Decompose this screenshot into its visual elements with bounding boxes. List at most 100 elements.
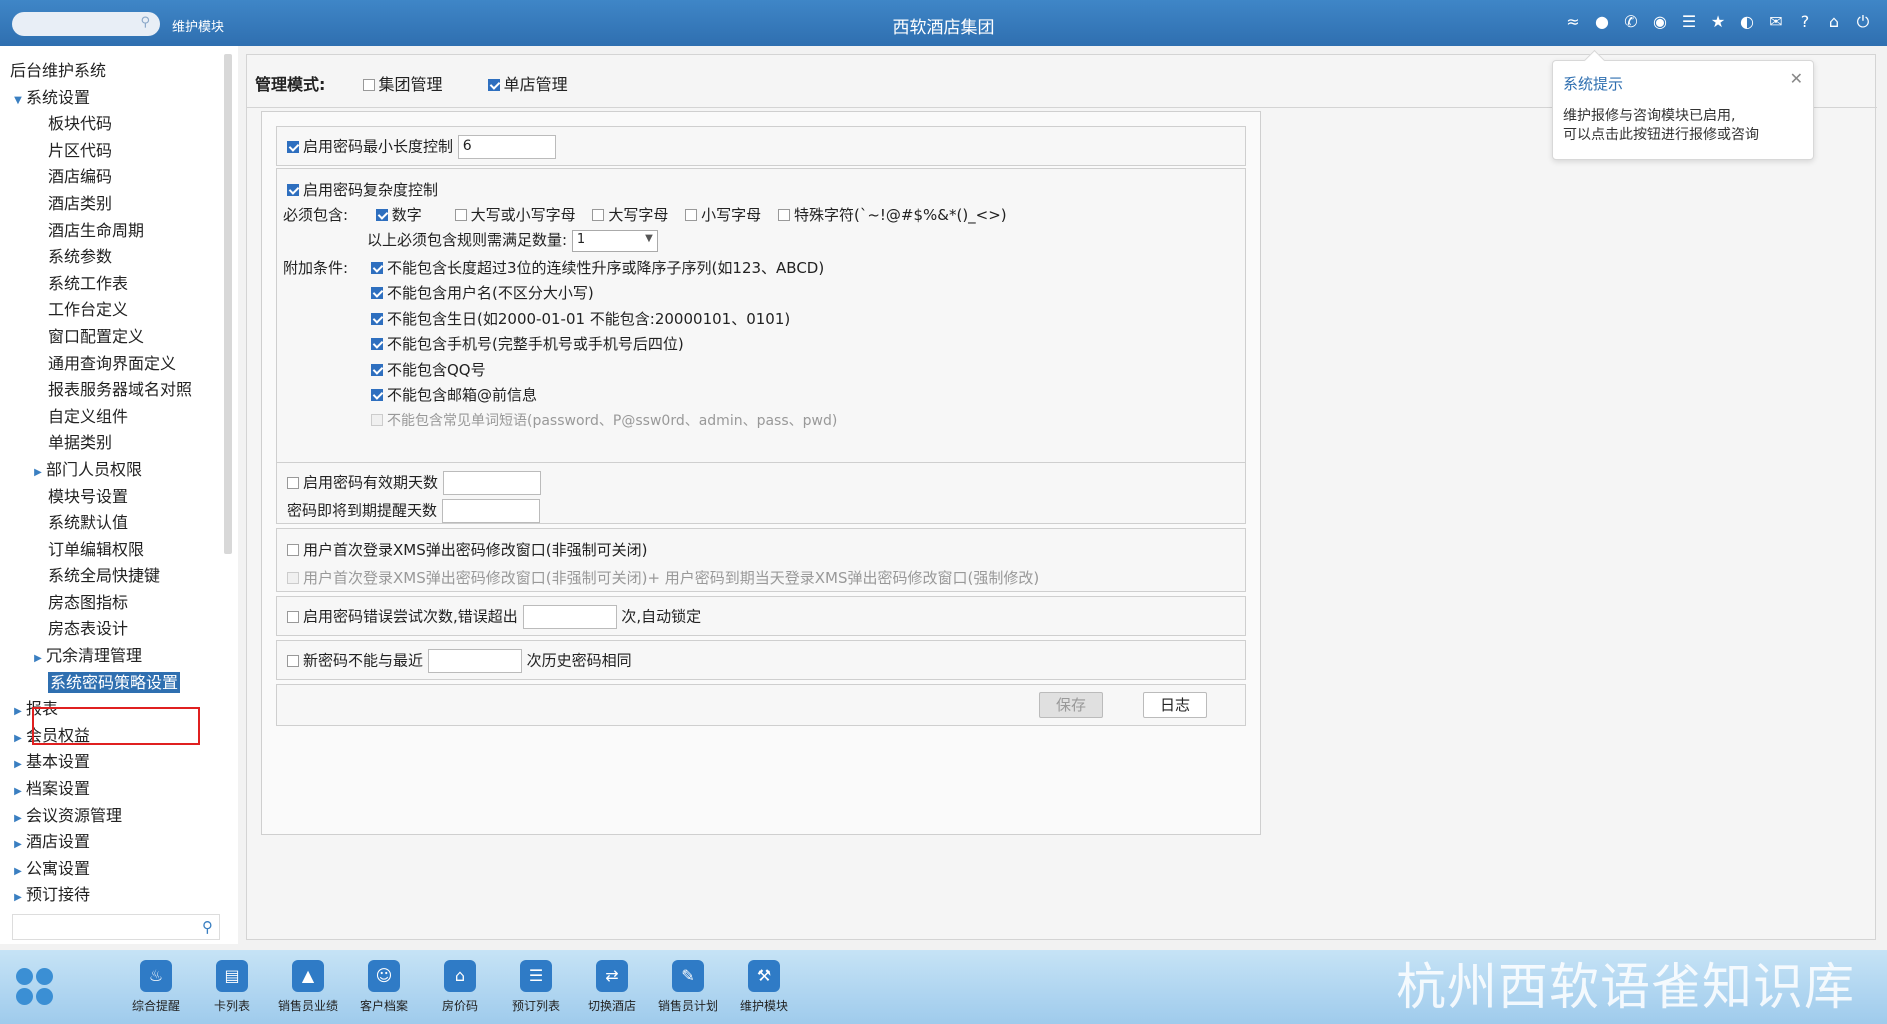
dock-app-maintenance[interactable]: ⚒ 维护模块: [726, 960, 802, 1014]
tree-item[interactable]: 订单编辑权限: [10, 537, 192, 564]
menu-icon[interactable]: ☰: [1679, 12, 1699, 32]
valid-days-input[interactable]: [442, 471, 541, 495]
tree-item[interactable]: 窗口配置定义: [10, 324, 192, 351]
close-icon[interactable]: ✕: [1790, 69, 1803, 88]
rule-count-select[interactable]: 1 ▼: [571, 229, 658, 252]
checkbox-checked[interactable]: [371, 262, 383, 274]
collapsed-arrow-icon[interactable]: ▶: [30, 460, 46, 487]
tree-item-cleanup[interactable]: ▶ 冗余清理管理: [10, 643, 192, 670]
tree-group-system-settings[interactable]: ▼ 系统设置: [10, 85, 192, 112]
lock-checkbox[interactable]: [287, 610, 299, 623]
tree-item[interactable]: 系统参数: [10, 244, 192, 271]
tree-item[interactable]: 酒店生命周期: [10, 218, 192, 245]
tree-item-selected[interactable]: 系统密码策略设置: [10, 670, 192, 697]
checkbox-checked[interactable]: [371, 338, 383, 350]
tree-item[interactable]: 酒店编码: [10, 164, 192, 191]
checkbox[interactable]: [685, 209, 698, 221]
star-icon[interactable]: ★: [1708, 12, 1728, 32]
dock-app-sales-plan[interactable]: ✎ 销售员计划: [650, 960, 726, 1014]
collapsed-arrow-icon[interactable]: ▶: [10, 806, 26, 833]
first-login-checkbox[interactable]: [287, 544, 299, 556]
tree-item[interactable]: 自定义组件: [10, 404, 192, 431]
tree-item[interactable]: 通用查询界面定义: [10, 351, 192, 378]
tree-group[interactable]: ▶ 酒店设置: [10, 829, 192, 856]
dock-app-switch-hotel[interactable]: ⇄ 切换酒店: [574, 960, 650, 1014]
tree-group[interactable]: ▶ 公寓设置: [10, 856, 192, 883]
min-length-input[interactable]: 6: [457, 135, 556, 159]
sidebar-search-input[interactable]: ⚲: [12, 914, 220, 940]
palette-icon[interactable]: ◉: [1650, 12, 1670, 32]
checkbox-checked[interactable]: [371, 364, 383, 376]
checkbox-checked[interactable]: [371, 389, 383, 401]
checkbox-checked[interactable]: [371, 313, 383, 325]
remind-days-input[interactable]: [441, 499, 540, 523]
tree-group[interactable]: ▶ 预订接待: [10, 882, 192, 909]
dock-app-reminders[interactable]: ♨ 综合提醒: [118, 960, 194, 1014]
log-button[interactable]: 日志: [1143, 692, 1207, 718]
tree-group[interactable]: ▶ 基本设置: [10, 749, 192, 776]
tree-item[interactable]: 酒店类别: [10, 191, 192, 218]
tree-root[interactable]: 后台维护系统: [10, 58, 192, 85]
collapsed-arrow-icon[interactable]: ▶: [10, 859, 26, 886]
search-icon[interactable]: ⚲: [202, 918, 213, 936]
tree-item[interactable]: 工作台定义: [10, 297, 192, 324]
save-button[interactable]: 保存: [1039, 692, 1103, 718]
dock-app-cards[interactable]: ▤ 卡列表: [194, 960, 270, 1014]
expanded-arrow-icon[interactable]: ▼: [10, 88, 26, 115]
home-icon[interactable]: ⌂: [1824, 12, 1844, 32]
digit-option[interactable]: 数字: [375, 206, 422, 224]
help-icon[interactable]: ?: [1795, 12, 1815, 32]
checkbox[interactable]: [777, 209, 790, 221]
tree-item[interactable]: 板块代码: [10, 111, 192, 138]
checkbox[interactable]: [592, 209, 605, 221]
checkbox[interactable]: [454, 209, 467, 221]
tree-item[interactable]: 系统工作表: [10, 271, 192, 298]
collapsed-arrow-icon[interactable]: ▶: [10, 726, 26, 753]
collapsed-arrow-icon[interactable]: ▶: [10, 699, 26, 726]
dock-app-bookings[interactable]: ☰ 预订列表: [498, 960, 574, 1014]
tree-item[interactable]: 房态表设计: [10, 616, 192, 643]
collapsed-arrow-icon[interactable]: ▶: [10, 779, 26, 806]
group-mode-option[interactable]: 集团管理: [362, 75, 443, 94]
theme-icon[interactable]: ◐: [1737, 12, 1757, 32]
wifi-icon[interactable]: ≈: [1563, 12, 1583, 32]
history-count-input[interactable]: [427, 649, 522, 673]
power-icon[interactable]: ⏻: [1853, 12, 1873, 32]
app-logo-icon[interactable]: [16, 968, 56, 1008]
tree-item[interactable]: 系统默认值: [10, 510, 192, 537]
single-hotel-mode-option[interactable]: 单店管理: [487, 75, 568, 94]
tree-item[interactable]: 房态图指标: [10, 590, 192, 617]
upper-option[interactable]: 大写字母: [592, 206, 668, 224]
tree-item[interactable]: 片区代码: [10, 138, 192, 165]
checkbox-checked[interactable]: [487, 79, 500, 91]
chat-icon[interactable]: ●: [1592, 12, 1612, 32]
sidebar-scrollbar[interactable]: [224, 54, 232, 554]
collapsed-arrow-icon[interactable]: ▶: [10, 832, 26, 859]
history-checkbox[interactable]: [287, 654, 299, 667]
tree-item[interactable]: 系统全局快捷键: [10, 563, 192, 590]
special-option[interactable]: 特殊字符(`~!@#$%&*()_<>): [777, 206, 1007, 224]
valid-days-checkbox[interactable]: [287, 476, 299, 489]
checkbox-checked[interactable]: [375, 209, 388, 221]
tree-group[interactable]: ▶ 档案设置: [10, 776, 192, 803]
tree-group[interactable]: ▶ 会议资源管理: [10, 803, 192, 830]
checkbox[interactable]: [362, 79, 375, 91]
collapsed-arrow-icon[interactable]: ▶: [10, 885, 26, 912]
complexity-checkbox[interactable]: [287, 184, 299, 196]
tree-item[interactable]: 报表服务器域名对照: [10, 377, 192, 404]
min-length-checkbox[interactable]: [287, 140, 299, 153]
phone-icon[interactable]: ✆: [1621, 12, 1641, 32]
mail-icon[interactable]: ✉: [1766, 12, 1786, 32]
dock-app-sales-performance[interactable]: ▲ 销售员业绩: [270, 960, 346, 1014]
lock-count-input[interactable]: [522, 605, 617, 629]
collapsed-arrow-icon[interactable]: ▶: [30, 646, 46, 673]
tree-item[interactable]: 单据类别: [10, 430, 192, 457]
tree-item[interactable]: 模块号设置: [10, 484, 192, 511]
collapsed-arrow-icon[interactable]: ▶: [10, 752, 26, 779]
dock-app-customers[interactable]: ☺ 客户档案: [346, 960, 422, 1014]
tree-item-dept-permissions[interactable]: ▶ 部门人员权限: [10, 457, 192, 484]
letter-option[interactable]: 大写或小写字母: [454, 206, 576, 224]
lower-option[interactable]: 小写字母: [685, 206, 761, 224]
dock-app-rate-codes[interactable]: ⌂ 房价码: [422, 960, 498, 1014]
checkbox-checked[interactable]: [371, 287, 383, 299]
